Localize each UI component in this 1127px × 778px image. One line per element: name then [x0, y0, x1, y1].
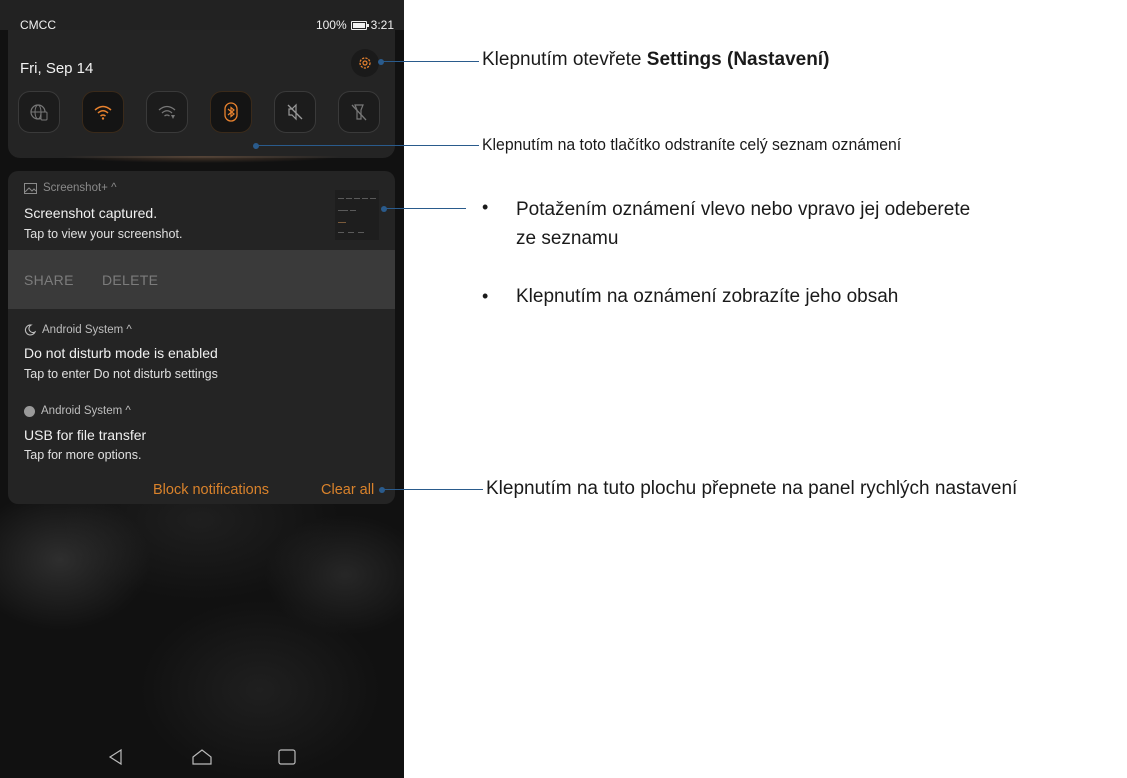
block-notifications-button[interactable]: Block notifications [153, 482, 269, 498]
usb-dot-icon [24, 405, 35, 417]
callout-swipe: Potažením oznámení vlevo nebo vpravo jej… [516, 199, 971, 249]
toggle-globe[interactable] [18, 91, 60, 133]
callout-tap: Klepnutím na oznámení zobrazíte jeho obs… [516, 286, 899, 307]
callout-line-quick-settings [384, 489, 483, 490]
notification-dnd[interactable]: Android System ^ Do not disturb mode is … [8, 309, 395, 391]
notification-screenshot[interactable]: Screenshot+ ^ Screenshot captured. Tap t… [8, 171, 395, 309]
notification-title: Screenshot captured. [24, 205, 158, 221]
callout-settings: Klepnutím otevřete Settings (Nastavení) [482, 49, 829, 71]
image-icon [24, 182, 37, 194]
delete-button[interactable]: DELETE [102, 272, 158, 288]
callout-settings-bold: Settings (Nastavení) [646, 49, 830, 70]
globe-icon [30, 104, 48, 121]
notification-header: Screenshot+ ^ [24, 182, 116, 194]
screenshot-thumbnail [335, 190, 379, 240]
callout-dot-quick-settings [379, 487, 385, 493]
recents-icon[interactable] [277, 747, 297, 767]
moon-icon [24, 324, 36, 336]
phone-screen: CMCC 100% 3:21 Fri, Sep 14 Screenshot+ ^… [0, 0, 404, 778]
toggle-hotspot[interactable] [146, 91, 188, 133]
back-icon[interactable] [106, 747, 126, 767]
notification-actions: SHARE DELETE [8, 250, 395, 309]
panel-handle[interactable] [8, 156, 395, 170]
navigation-bar [0, 735, 404, 778]
notification-app-label: Android System ^ [42, 324, 132, 336]
notification-title: USB for file transfer [24, 427, 147, 443]
notification-usb[interactable]: Android System ^ USB for file transfer T… [8, 391, 395, 473]
toggle-wifi[interactable] [82, 91, 124, 133]
notification-header: Android System ^ [24, 405, 131, 417]
callout-line-notification [386, 208, 466, 209]
settings-button[interactable] [351, 49, 379, 77]
toggle-sound[interactable] [274, 91, 316, 133]
toggle-bluetooth[interactable] [210, 91, 252, 133]
sound-muted-icon [287, 103, 303, 121]
notification-app-label: Android System ^ [41, 405, 131, 417]
notification-title: Do not disturb mode is enabled [24, 345, 218, 361]
wifi-icon [94, 105, 112, 120]
callout-settings-prefix: Klepnutím otevřete [482, 49, 647, 70]
notification-text: Tap for more options. [24, 448, 142, 462]
status-bar: CMCC 100% 3:21 [0, 0, 404, 32]
wifi-hotspot-icon [158, 105, 176, 119]
notification-header: Android System ^ [24, 324, 132, 336]
bullet-dot: • [482, 286, 489, 306]
callout-clear-list: Klepnutím na toto tlačítko odstraníte ce… [482, 135, 902, 154]
flashlight-off-icon [351, 104, 367, 121]
callout-line-clear-list [258, 145, 479, 146]
callout-quick-settings: Klepnutím na tuto plochu přepnete na pan… [486, 478, 1018, 499]
share-button[interactable]: SHARE [24, 272, 74, 288]
bullet-dot: • [482, 197, 489, 217]
callout-dot-clear-list [253, 143, 259, 149]
callout-dot-notification [381, 206, 387, 212]
notification-list: Screenshot+ ^ Screenshot captured. Tap t… [8, 171, 395, 504]
toggle-flashlight[interactable] [338, 91, 380, 133]
notification-text: Tap to enter Do not disturb settings [24, 367, 218, 381]
quick-settings-panel[interactable]: Fri, Sep 14 [8, 30, 395, 158]
gear-icon [359, 57, 371, 69]
date-label: Fri, Sep 14 [20, 60, 94, 77]
notification-text: Tap to view your screenshot. [24, 227, 183, 241]
callout-dot-settings [378, 59, 384, 65]
callout-line-settings [383, 61, 479, 62]
clear-all-button[interactable]: Clear all [321, 482, 374, 498]
bluetooth-icon [224, 102, 238, 122]
battery-icon [350, 20, 369, 30]
home-icon[interactable] [191, 747, 213, 767]
quick-toggles [18, 91, 388, 135]
notification-app-label: Screenshot+ ^ [43, 182, 117, 194]
